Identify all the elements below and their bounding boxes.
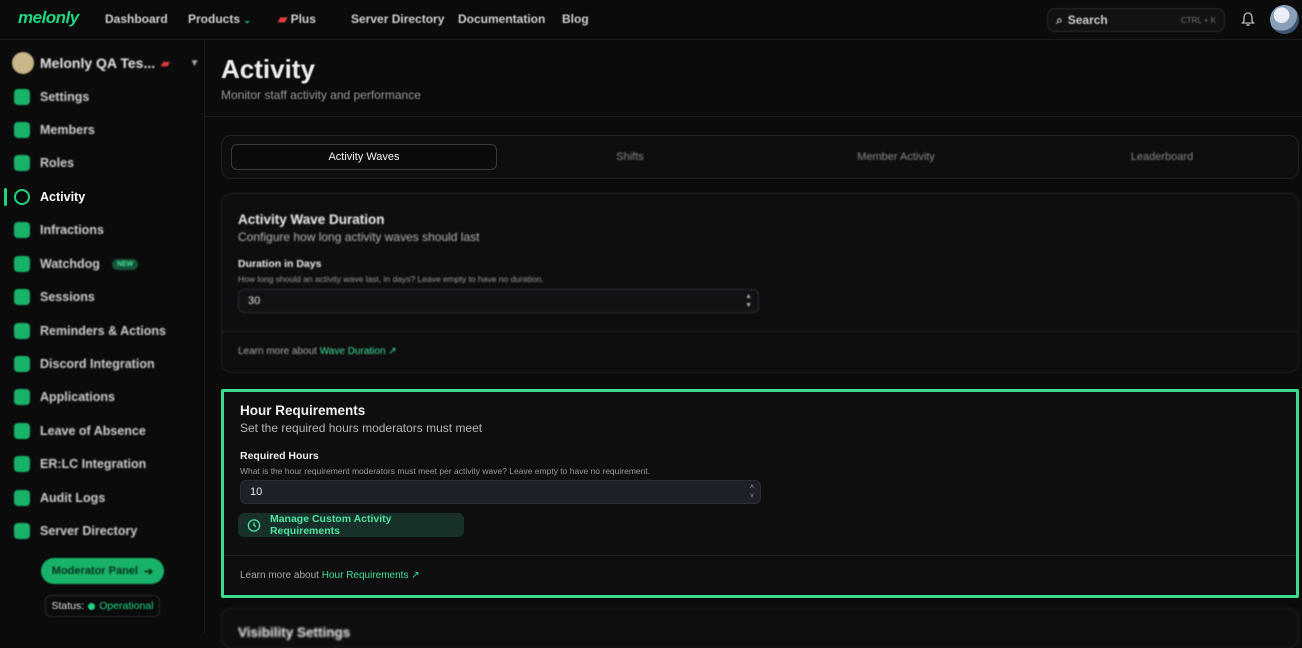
moderator-panel-button[interactable]: Moderator Panel ➜ — [41, 558, 164, 584]
active-indicator — [4, 188, 7, 206]
required-hours-input[interactable]: 10 ˄ ˅ — [240, 480, 761, 504]
sidebar-item-roles[interactable]: Roles — [14, 155, 74, 171]
manage-custom-requirements-button[interactable]: Manage Custom Activity Requirements — [238, 513, 464, 537]
tab-bar: Activity Waves Shifts Member Activity Le… — [221, 135, 1299, 179]
field-label: Required Hours — [240, 450, 319, 462]
file-icon — [14, 490, 30, 506]
hour-requirements-card: Hour Requirements Set the required hours… — [221, 389, 1299, 598]
sidebar-item-sessions[interactable]: Sessions — [14, 289, 95, 305]
field-help: What is the hour requirement moderators … — [240, 466, 651, 476]
card-title: Visibility Settings — [238, 625, 351, 640]
hour-requirements-link[interactable]: Hour Requirements — [322, 570, 409, 581]
card-divider — [222, 331, 1298, 332]
new-badge: NEW — [111, 258, 139, 270]
card-title: Activity Wave Duration — [238, 212, 385, 227]
nav-documentation[interactable]: Documentation — [458, 12, 545, 26]
learn-more-text: Learn more about Wave Duration ↗ — [238, 346, 397, 357]
status-dot-icon — [88, 602, 96, 610]
page-subtitle: Monitor staff activity and performance — [221, 88, 421, 102]
sidebar-item-settings[interactable]: Settings — [14, 89, 89, 105]
sidebar-item-activity[interactable]: Activity — [14, 189, 85, 205]
compass-icon — [14, 523, 30, 539]
field-help: How long should an activity wave last, i… — [238, 274, 544, 284]
external-link-icon: ↗ — [388, 346, 397, 357]
external-link-icon: ↗ — [411, 570, 420, 581]
visibility-settings-card: Visibility Settings — [221, 608, 1299, 648]
search-shortcut: CTRL + K — [1180, 15, 1216, 25]
sidebar-item-audit-logs[interactable]: Audit Logs — [14, 490, 105, 506]
sidebar-item-members[interactable]: Members — [14, 122, 95, 138]
stepper-icon[interactable]: ▲ ▼ — [745, 292, 752, 310]
plus-icon: ▰ — [278, 12, 288, 26]
nav-server-directory[interactable]: Server Directory — [351, 12, 444, 26]
status-indicator[interactable]: Status: Operational — [45, 595, 160, 617]
notification-bell-icon[interactable] — [1240, 11, 1256, 27]
users-icon — [14, 122, 30, 138]
roles-icon — [14, 155, 30, 171]
main-content: Activity Monitor staff activity and perf… — [205, 40, 1302, 648]
wave-duration-link[interactable]: Wave Duration — [320, 346, 386, 357]
card-subtitle: Set the required hours moderators must m… — [240, 421, 483, 435]
discord-icon — [14, 356, 30, 372]
sidebar: Melonly QA Tes... ▰ ▼ Settings Members R… — [0, 40, 205, 634]
chevron-down-icon: ⌄ — [243, 15, 251, 25]
sidebar-item-watchdog[interactable]: Watchdog NEW — [14, 256, 139, 272]
clock-icon — [14, 189, 30, 205]
sidebar-item-erlc-integration[interactable]: ER:LC Integration — [14, 456, 146, 472]
calendar-icon — [14, 423, 30, 439]
gavel-icon — [14, 222, 30, 238]
stepper-icon[interactable]: ˄ ˅ — [750, 483, 754, 501]
server-switcher[interactable]: Melonly QA Tes... ▰ ▼ — [12, 52, 200, 74]
arrow-right-icon: ➜ — [143, 565, 154, 578]
sidebar-item-infractions[interactable]: Infractions — [14, 222, 104, 238]
sidebar-item-leave-of-absence[interactable]: Leave of Absence — [14, 423, 146, 439]
search-icon: ⌕ — [1056, 12, 1063, 27]
tab-shifts[interactable]: Shifts — [497, 144, 763, 170]
plus-badge-icon: ▰ — [161, 57, 170, 70]
nav-blog[interactable]: Blog — [562, 12, 589, 26]
card-title: Hour Requirements — [240, 403, 366, 418]
melonly-logo[interactable]: melonly — [18, 8, 79, 28]
clock-plus-icon — [247, 518, 261, 532]
nav-products[interactable]: Products ⌄ — [188, 12, 251, 26]
sidebar-item-reminders[interactable]: Reminders & Actions — [14, 323, 166, 339]
card-subtitle: Configure how long activity waves should… — [238, 230, 480, 244]
bell-icon — [14, 323, 30, 339]
learn-more-text: Learn more about Hour Requirements ↗ — [240, 570, 420, 581]
car-icon — [14, 456, 30, 472]
header-divider — [205, 116, 1302, 117]
tab-member-activity[interactable]: Member Activity — [763, 144, 1029, 170]
tab-leaderboard[interactable]: Leaderboard — [1029, 144, 1295, 170]
eye-icon — [14, 256, 30, 272]
field-label: Duration in Days — [238, 258, 322, 270]
sidebar-item-discord-integration[interactable]: Discord Integration — [14, 356, 155, 372]
monitor-icon — [14, 289, 30, 305]
clipboard-icon — [14, 389, 30, 405]
gear-icon — [14, 89, 30, 105]
search-input[interactable]: ⌕ Search CTRL + K — [1047, 8, 1225, 32]
sidebar-item-applications[interactable]: Applications — [14, 389, 115, 405]
user-avatar[interactable] — [1270, 5, 1299, 34]
card-divider — [224, 555, 1296, 556]
nav-plus[interactable]: ▰ Plus — [278, 12, 316, 26]
wave-duration-card: Activity Wave Duration Configure how lon… — [221, 193, 1299, 373]
chevron-down-icon: ▼ — [189, 57, 200, 69]
tab-activity-waves[interactable]: Activity Waves — [231, 144, 497, 170]
duration-days-input[interactable]: 30 ▲ ▼ — [238, 289, 759, 313]
sidebar-item-server-directory[interactable]: Server Directory — [14, 523, 137, 539]
nav-dashboard[interactable]: Dashboard — [105, 12, 168, 26]
page-title: Activity — [221, 54, 315, 84]
server-icon — [12, 52, 34, 74]
top-navbar: melonly Dashboard Products ⌄ ▰ Plus Serv… — [0, 0, 1302, 40]
